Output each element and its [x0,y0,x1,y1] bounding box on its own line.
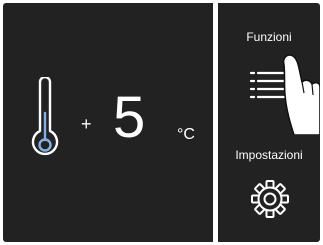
settings-label: Impostazioni [235,148,303,162]
side-menu: Funzioni Impostazioni [218,3,320,242]
temperature-unit: °C [177,126,195,143]
settings-button[interactable]: Impostazioni [218,145,320,241]
temperature-sign: + [81,114,92,134]
gear-icon [251,180,289,218]
functions-label: Funzioni [246,30,292,44]
control-panel-screen: + 5 °C Funzioni Impostazioni [0,0,323,245]
temperature-panel[interactable]: + 5 °C [3,3,213,242]
pointing-hand-icon [282,54,320,135]
thermometer-icon [31,77,59,156]
temperature-value: 5 [113,85,146,150]
functions-button[interactable]: Funzioni [218,27,320,135]
